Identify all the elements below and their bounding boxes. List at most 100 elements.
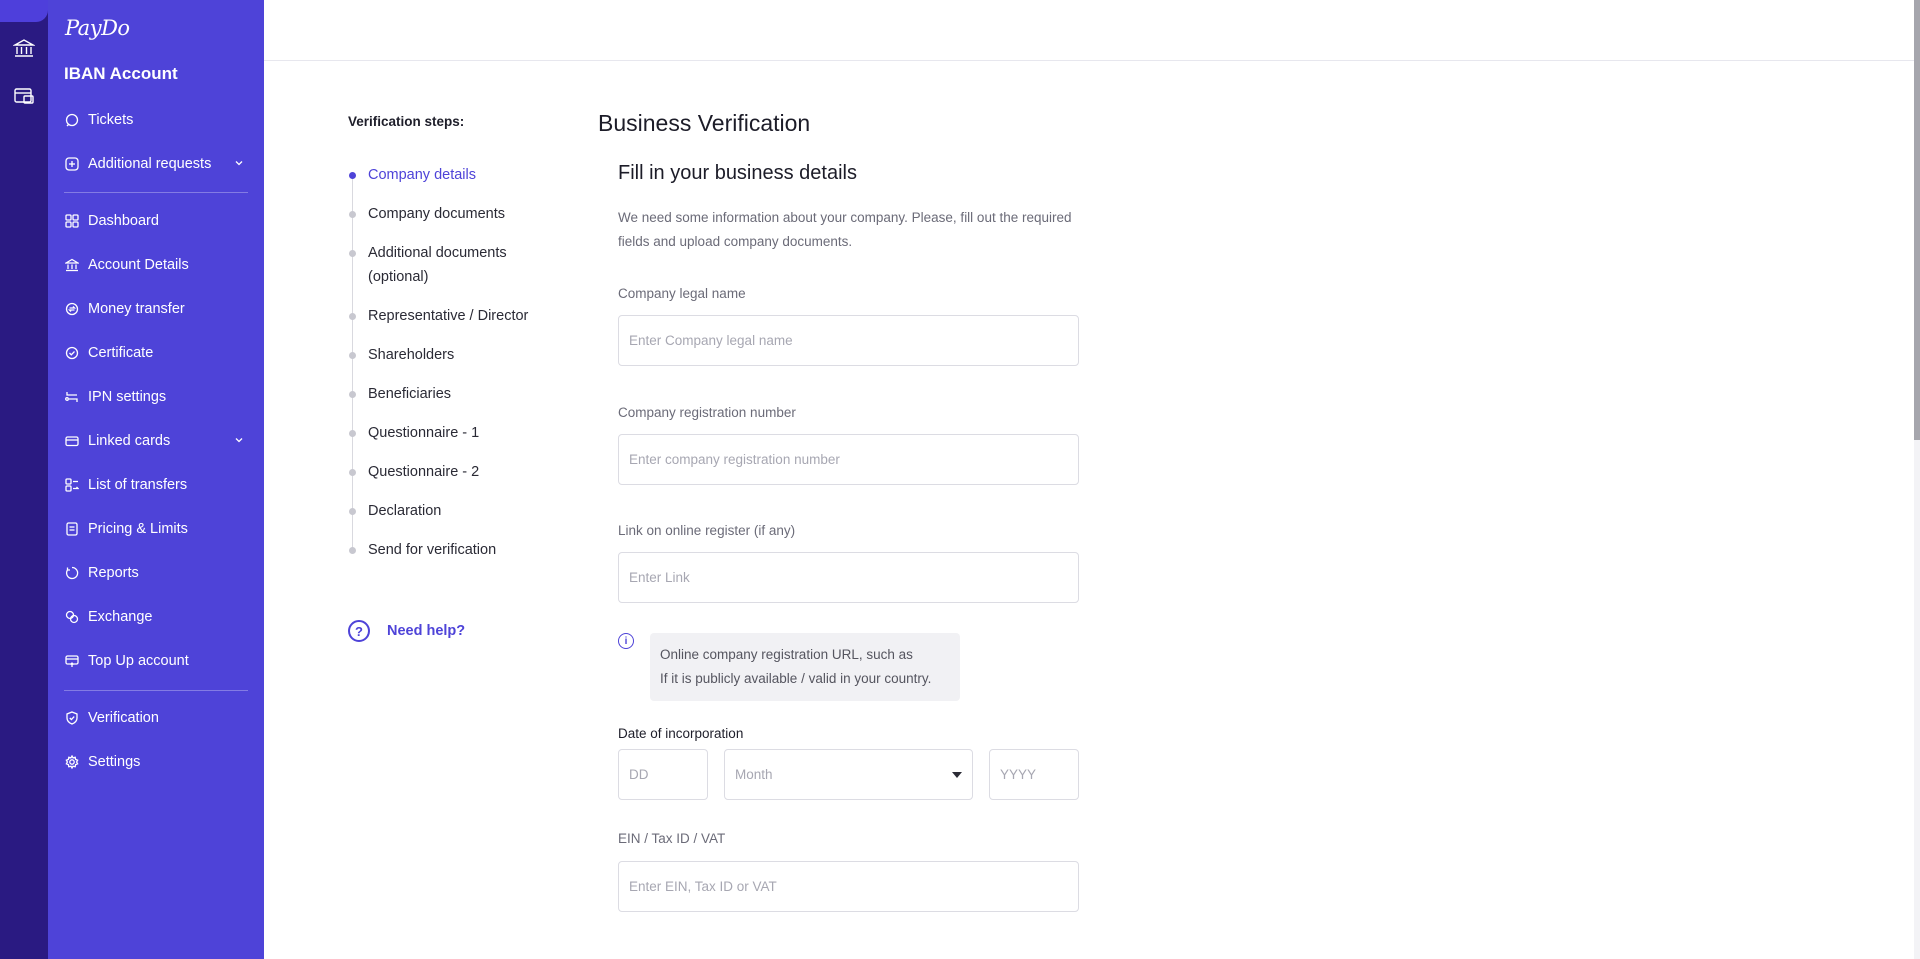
- reports-icon: [64, 565, 80, 581]
- sidebar-item-label: Settings: [88, 754, 141, 770]
- question-circle-icon: ?: [348, 620, 370, 642]
- step-dot: [349, 430, 356, 437]
- sidebar-item-settings[interactable]: Settings: [64, 750, 248, 774]
- section-title: Fill in your business details: [618, 162, 857, 184]
- step-questionnaire-2[interactable]: Questionnaire - 2: [368, 460, 568, 484]
- sidebar-item-money-transfer[interactable]: Money transfer: [64, 297, 248, 321]
- step-questionnaire-1[interactable]: Questionnaire - 1: [368, 421, 568, 445]
- sidebar: PayDo IBAN Account Tickets Additional re…: [48, 0, 264, 959]
- sidebar-item-certificate[interactable]: Certificate: [64, 341, 248, 365]
- intro-text: We need some information about your comp…: [618, 210, 1072, 249]
- sidebar-item-label: Linked cards: [88, 433, 171, 449]
- company-legal-name-label: Company legal name: [618, 286, 746, 301]
- list-transfers-icon: [64, 477, 80, 493]
- sidebar-item-verification[interactable]: Verification: [64, 706, 248, 730]
- sidebar-item-label: List of transfers: [88, 477, 188, 493]
- sidebar-item-reports[interactable]: Reports: [64, 561, 248, 585]
- chevron-down-icon: [234, 156, 244, 172]
- rail-top-tab[interactable]: [0, 0, 48, 22]
- caret-down-icon: [952, 771, 962, 778]
- steps-timeline-line: [352, 175, 353, 551]
- day-input[interactable]: [618, 749, 708, 800]
- company-legal-name-input[interactable]: [618, 315, 1079, 366]
- sidebar-item-dashboard[interactable]: Dashboard: [64, 209, 248, 233]
- bank-icon[interactable]: [12, 36, 36, 60]
- step-dot: [349, 547, 356, 554]
- sidebar-item-list-of-transfers[interactable]: List of transfers: [64, 473, 248, 497]
- chevron-down-icon: [234, 433, 244, 449]
- page-scrollbar[interactable]: [1914, 0, 1920, 959]
- tax-id-input[interactable]: [618, 861, 1079, 912]
- step-dot: [349, 391, 356, 398]
- grid-icon: [64, 213, 80, 229]
- date-of-incorporation-label: Date of incorporation: [618, 726, 744, 741]
- year-input[interactable]: [989, 749, 1079, 800]
- account-title: IBAN Account: [64, 64, 178, 83]
- info-line-1: Online company registration URL, such as: [660, 647, 913, 662]
- step-dot: [349, 250, 356, 257]
- step-dot: [349, 172, 356, 179]
- sidebar-item-top-up-account[interactable]: Top Up account: [64, 649, 248, 673]
- app-rail: [0, 0, 48, 959]
- step-company-documents[interactable]: Company documents: [368, 202, 568, 226]
- card-icon: [64, 433, 80, 449]
- bank-icon: [64, 257, 80, 273]
- step-shareholders[interactable]: Shareholders: [368, 343, 568, 367]
- sidebar-item-tickets[interactable]: Tickets: [64, 108, 248, 132]
- register-link-label: Link on online register (if any): [618, 523, 796, 538]
- need-help-label: Need help?: [387, 623, 466, 639]
- sidebar-item-additional-requests[interactable]: Additional requests: [64, 152, 248, 176]
- step-company-details[interactable]: Company details: [368, 163, 568, 187]
- sidebar-item-label: Additional requests: [88, 156, 212, 172]
- company-registration-number-input[interactable]: [618, 434, 1079, 485]
- sidebar-item-label: Top Up account: [88, 653, 189, 669]
- step-additional-documents[interactable]: Additional documents (optional): [368, 241, 538, 289]
- month-select[interactable]: Month: [724, 749, 973, 800]
- step-declaration[interactable]: Declaration: [368, 499, 568, 523]
- month-select-value: Month: [735, 767, 773, 782]
- sidebar-divider: [64, 192, 248, 193]
- page-title: Business Verification: [598, 110, 811, 136]
- sidebar-item-linked-cards[interactable]: Linked cards: [64, 429, 248, 453]
- step-dot: [349, 313, 356, 320]
- plus-square-icon: [64, 156, 80, 172]
- exchange-circle-icon: [64, 301, 80, 317]
- scrollbar-thumb[interactable]: [1914, 0, 1920, 440]
- sidebar-item-account-details[interactable]: Account Details: [64, 253, 248, 277]
- step-representative-director[interactable]: Representative / Director: [368, 304, 568, 328]
- company-registration-number-label: Company registration number: [618, 405, 796, 420]
- top-up-icon: [64, 653, 80, 669]
- paydo-logo[interactable]: PayDo: [65, 16, 130, 40]
- info-line-2: If it is publicly available / valid in y…: [660, 671, 932, 686]
- gear-icon: [64, 754, 80, 770]
- step-dot: [349, 508, 356, 515]
- register-info-box: Online company registration URL, such as…: [650, 633, 960, 701]
- sidebar-item-label: Tickets: [88, 112, 134, 128]
- chat-bubble-icon: [64, 112, 80, 128]
- shield-check-icon: [64, 710, 80, 726]
- register-link-input[interactable]: [618, 552, 1079, 603]
- sidebar-item-pricing-limits[interactable]: Pricing & Limits: [64, 517, 248, 541]
- info-icon[interactable]: i: [618, 633, 634, 649]
- step-dot: [349, 469, 356, 476]
- ipn-icon: [64, 389, 80, 405]
- step-send-for-verification[interactable]: Send for verification: [368, 538, 568, 562]
- exchange-icon: [64, 609, 80, 625]
- need-help-link[interactable]: ? Need help?: [348, 620, 465, 642]
- step-dot: [349, 211, 356, 218]
- sidebar-item-label: Account Details: [88, 257, 189, 273]
- sidebar-divider: [64, 690, 248, 691]
- wallet-card-icon[interactable]: [12, 84, 36, 108]
- sidebar-item-label: Certificate: [88, 345, 154, 361]
- sidebar-item-label: Exchange: [88, 609, 153, 625]
- step-beneficiaries[interactable]: Beneficiaries: [368, 382, 568, 406]
- sidebar-item-exchange[interactable]: Exchange: [64, 605, 248, 629]
- step-dot: [349, 352, 356, 359]
- sidebar-item-label: Verification: [88, 710, 159, 726]
- sidebar-item-label: Pricing & Limits: [88, 521, 188, 537]
- steps-title: Verification steps:: [348, 114, 465, 129]
- sidebar-item-ipn-settings[interactable]: IPN settings: [64, 385, 248, 409]
- top-bar: [264, 0, 1920, 61]
- tax-id-label: EIN / Tax ID / VAT: [618, 831, 726, 846]
- sidebar-item-label: Reports: [88, 565, 139, 581]
